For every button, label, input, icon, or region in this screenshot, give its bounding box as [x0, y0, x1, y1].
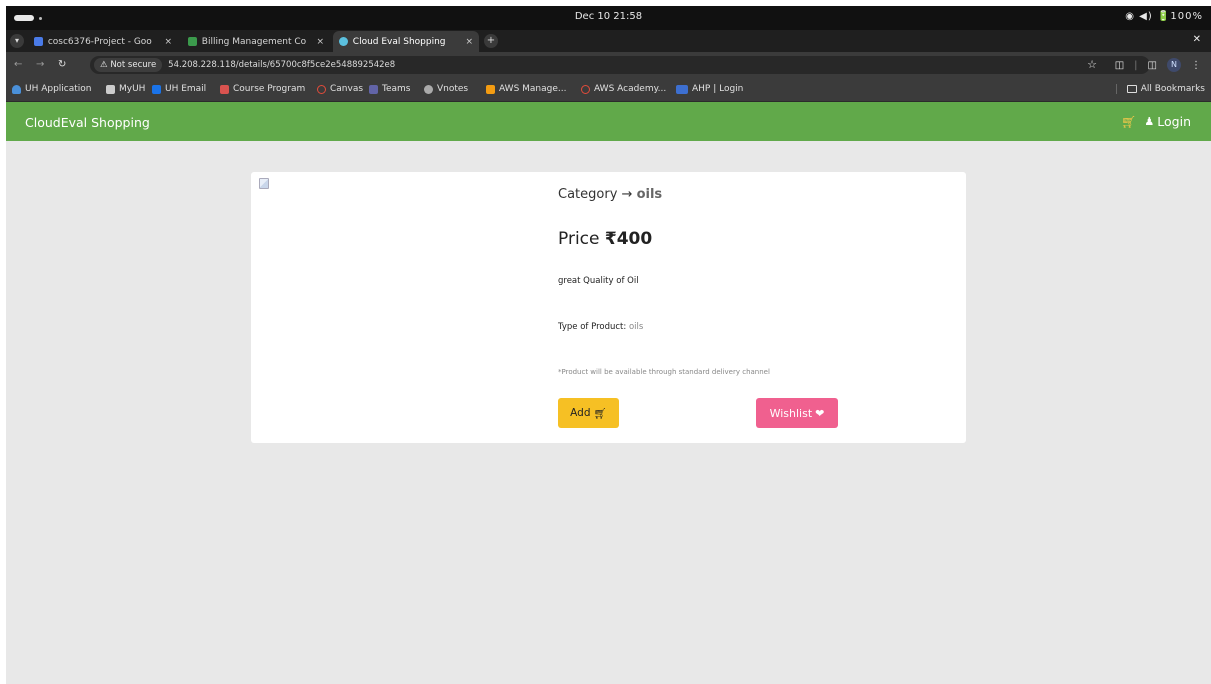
- menu-kebab-icon[interactable]: ⋮: [1191, 60, 1201, 71]
- close-window-icon[interactable]: ✕: [1193, 34, 1201, 45]
- teams-icon: [369, 84, 378, 94]
- product-category: Category → oils: [558, 187, 662, 202]
- bookmark-canvas[interactable]: Canvas: [317, 84, 363, 94]
- folder-icon: [1126, 85, 1137, 93]
- react-icon: [339, 37, 348, 46]
- bookmark-label: Vnotes: [437, 84, 469, 94]
- bookmark-aws-academy[interactable]: AWS Academy...: [581, 84, 666, 94]
- tab-title: Cloud Eval Shopping: [352, 36, 446, 47]
- category-label: Category →: [558, 187, 633, 202]
- sheets-icon: [188, 37, 197, 46]
- docs-icon: [34, 37, 43, 46]
- bookmark-label: Teams: [382, 84, 411, 94]
- wishlist-label: Wishlist: [769, 406, 813, 420]
- system-status-icons[interactable]: ◉ ◀) 🔋100%: [1125, 11, 1203, 22]
- bookmark-teams[interactable]: Teams: [369, 84, 410, 94]
- url-text[interactable]: 54.208.228.118/details/65700c8f5ce2e5488…: [168, 60, 395, 70]
- bookmark-label: AWS Manage...: [499, 84, 567, 94]
- bookmarks-divider: [1115, 84, 1117, 94]
- address-bar[interactable]: ⚠ Not secure 54.208.228.118/details/6570…: [90, 56, 1150, 74]
- login-link[interactable]: ♟ Login: [1144, 114, 1191, 129]
- bookmark-vnotes[interactable]: Vnotes: [424, 84, 468, 94]
- tab-search-chevron-icon[interactable]: ▾: [10, 34, 24, 48]
- price-label: Price: [558, 229, 600, 249]
- product-description: great Quality of Oil: [558, 276, 639, 286]
- add-label: Add: [570, 407, 591, 419]
- toolbar-divider: |: [1134, 59, 1138, 71]
- category-value: oils: [636, 187, 663, 202]
- page-viewport: CloudEval Shopping 🛒︎ ♟ Login Category →…: [6, 102, 1211, 684]
- site-navbar: CloudEval Shopping 🛒︎ ♟ Login: [6, 102, 1211, 141]
- tab-billing-management[interactable]: Billing Management Co ×: [182, 31, 330, 52]
- bookmark-label: UH Application: [25, 84, 92, 94]
- tab-close-icon[interactable]: ×: [465, 37, 473, 47]
- myuh-icon: [106, 84, 115, 94]
- forward-arrow-icon[interactable]: →: [36, 59, 44, 70]
- bookmark-aws-management[interactable]: AWS Manage...: [486, 84, 566, 94]
- side-panel-icon[interactable]: ◫: [1148, 60, 1157, 71]
- reload-icon[interactable]: ↻: [58, 59, 66, 70]
- login-label: Login: [1157, 114, 1191, 129]
- tab-cosc6376-project[interactable]: cosc6376-Project - Goo ×: [28, 31, 178, 52]
- cart-icon: 🛒︎: [593, 407, 607, 420]
- new-tab-button[interactable]: +: [484, 34, 498, 48]
- profile-avatar[interactable]: N: [1167, 58, 1181, 72]
- aws-icon: [486, 84, 495, 94]
- bookmark-label: MyUH: [119, 84, 146, 94]
- bookmark-myuh[interactable]: MyUH: [106, 84, 145, 94]
- tab-title: cosc6376-Project - Goo: [47, 36, 152, 47]
- product-detail-card: Category → oils Price ₹400 great Quality…: [251, 172, 966, 443]
- tab-close-icon[interactable]: ×: [316, 37, 324, 47]
- tab-cloud-eval-shopping[interactable]: Cloud Eval Shopping ×: [333, 31, 479, 52]
- course-program-icon: [220, 84, 229, 94]
- ahp-icon: [676, 84, 688, 94]
- type-value: oils: [628, 322, 644, 332]
- wishlist-button[interactable]: Wishlist ❤︎: [756, 398, 838, 428]
- product-price: Price ₹400: [558, 229, 652, 249]
- tab-close-icon[interactable]: ×: [164, 37, 172, 47]
- delivery-note: *Product will be available through stand…: [558, 368, 770, 376]
- bookmark-label: Canvas: [330, 84, 364, 94]
- type-label: Type of Product:: [558, 322, 627, 332]
- toolbar-right-controls: ◫ | ◫ N ⋮: [1115, 58, 1201, 72]
- browser-toolbar: ← → ↻ ⚠ Not secure 54.208.228.118/detail…: [6, 52, 1211, 78]
- tab-title: Billing Management Co: [201, 36, 307, 47]
- bookmark-ahp-login[interactable]: AHP | Login: [676, 84, 743, 94]
- globe-icon: [424, 84, 433, 94]
- extensions-icon[interactable]: ◫: [1115, 60, 1124, 71]
- back-arrow-icon[interactable]: ←: [14, 59, 22, 70]
- outlook-icon: [152, 84, 161, 94]
- add-to-cart-button[interactable]: Add 🛒︎: [558, 398, 619, 428]
- canvas-icon: [581, 84, 590, 94]
- all-bookmarks-label: All Bookmarks: [1140, 84, 1205, 94]
- browser-tab-strip: ▾ cosc6376-Project - Goo × Billing Manag…: [6, 30, 1211, 52]
- bookmark-label: AHP | Login: [692, 84, 744, 94]
- bookmark-star-icon[interactable]: ☆: [1087, 58, 1097, 71]
- all-bookmarks-button[interactable]: All Bookmarks: [1115, 84, 1205, 94]
- not-secure-badge[interactable]: ⚠ Not secure: [94, 58, 163, 72]
- user-icon: ♟: [1144, 115, 1155, 128]
- site-brand-link[interactable]: CloudEval Shopping: [25, 115, 150, 130]
- product-type: Type of Product: oils: [558, 322, 643, 332]
- price-value: ₹400: [604, 229, 653, 249]
- cart-icon[interactable]: 🛒︎: [1121, 115, 1136, 129]
- heart-icon: ❤︎: [815, 406, 825, 420]
- bookmark-label: UH Email: [165, 84, 207, 94]
- person-icon: [12, 84, 21, 94]
- navbar-actions: 🛒︎ ♟ Login: [1121, 114, 1191, 129]
- os-top-bar: Dec 10 21:58 ◉ ◀) 🔋100%: [6, 6, 1211, 30]
- bookmark-label: AWS Academy...: [594, 84, 667, 94]
- bookmarks-bar: UH Application MyUH UH Email Course Prog…: [6, 78, 1211, 102]
- bookmark-label: Course Program: [233, 84, 306, 94]
- bookmark-uh-application[interactable]: UH Application: [12, 84, 92, 94]
- system-clock[interactable]: Dec 10 21:58: [6, 11, 1211, 22]
- bookmark-course-program[interactable]: Course Program: [220, 84, 305, 94]
- canvas-icon: [317, 84, 326, 94]
- broken-product-image-icon: [259, 178, 269, 189]
- bookmark-uh-email[interactable]: UH Email: [152, 84, 206, 94]
